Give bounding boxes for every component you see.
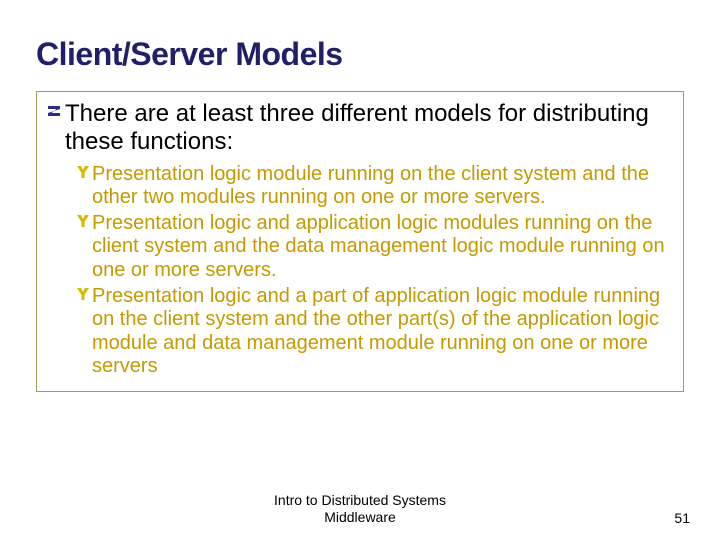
sub-bullet-list: Presentation logic module running on the…	[47, 163, 673, 379]
footer-line-2: Middleware	[0, 509, 720, 526]
y-bullet-icon	[77, 166, 91, 178]
footer: Intro to Distributed Systems Middleware	[0, 492, 720, 526]
sub-bullet: Presentation logic and a part of applica…	[77, 285, 673, 379]
y-bullet-icon	[77, 215, 91, 227]
page-number: 51	[674, 510, 690, 526]
content-box: There are at least three different model…	[36, 91, 684, 392]
sub-bullet-text: Presentation logic module running on the…	[92, 163, 673, 210]
main-bullet: There are at least three different model…	[47, 100, 673, 157]
sub-bullet: Presentation logic and application logic…	[77, 212, 673, 283]
sub-bullet: Presentation logic module running on the…	[77, 163, 673, 210]
y-bullet-icon	[77, 288, 91, 300]
z-bullet-icon	[47, 104, 63, 118]
slide-title: Client/Server Models	[36, 36, 684, 73]
slide: Client/Server Models There are at least …	[0, 0, 720, 540]
main-bullet-text: There are at least three different model…	[65, 100, 673, 157]
sub-bullet-text: Presentation logic and application logic…	[92, 212, 673, 283]
footer-line-1: Intro to Distributed Systems	[0, 492, 720, 509]
sub-bullet-text: Presentation logic and a part of applica…	[92, 285, 673, 379]
